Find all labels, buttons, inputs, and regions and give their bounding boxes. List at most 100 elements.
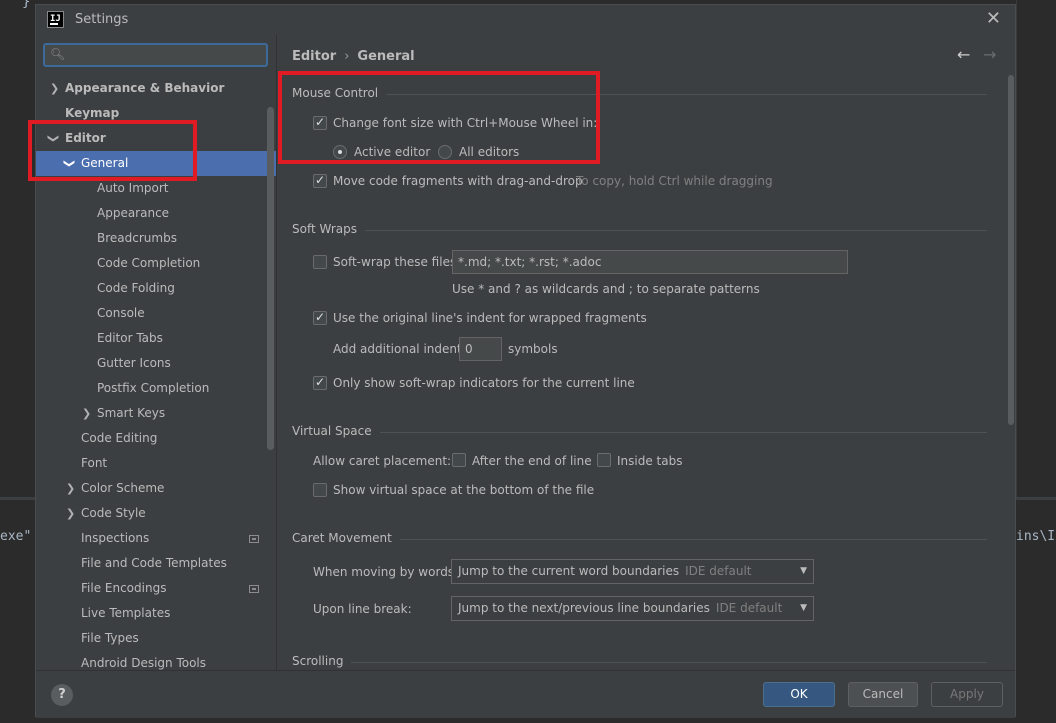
symbols-label: symbols [508,342,558,356]
intellij-app-icon: IJ [47,11,64,28]
annotation-highlight-mouse-control [278,71,600,164]
tree-item-label: Code Completion [97,256,201,270]
soft-wrap-files-label[interactable]: Soft-wrap these files: [333,254,460,270]
section-divider [292,432,987,433]
line-break-dropdown[interactable]: Jump to the next/previous line boundarie… [451,596,814,621]
drag-drop-hint: To copy, hold Ctrl while dragging [576,174,773,188]
tree-item-inspections[interactable]: Inspections [36,526,276,551]
dropdown-value: Jump to the current word boundaries [458,564,680,578]
section-title: Mouse Control [292,86,387,100]
dropdown-arrow-icon: ▼ [800,566,807,576]
tree-item-code-completion[interactable]: Code Completion [36,251,276,276]
tree-item-label: Appearance & Behavior [65,81,225,95]
title-bar[interactable]: IJ Settings ✕ [36,5,1015,35]
dropdown-arrow-icon: ▼ [800,603,807,613]
background-code-left: exe" [0,529,32,544]
chevron-right-icon[interactable]: ❯ [50,76,59,101]
line-break-label: Upon line break: [313,602,412,616]
tree-item-postfix-completion[interactable]: Postfix Completion [36,376,276,401]
after-end-of-line-label[interactable]: After the end of line [472,453,592,469]
tree-item-smart-keys[interactable]: ❯ Smart Keys [36,401,276,426]
tree-item-file-encodings[interactable]: File Encodings [36,576,276,601]
breadcrumb-current: General [357,49,415,64]
tree-item-label: File Types [81,631,139,645]
forward-arrow-icon[interactable]: → [983,45,996,64]
moving-by-words-dropdown[interactable]: Jump to the current word boundaries IDE d… [451,559,814,584]
content-scrollbar[interactable] [1008,75,1014,425]
tree-item-label: Console [97,306,145,320]
tree-item-font[interactable]: Font [36,451,276,476]
only-show-indicators-checkbox[interactable] [313,375,327,390]
back-arrow-icon[interactable]: ← [957,45,970,64]
section-virtual-space: Virtual Space [292,424,987,440]
tree-item-label: Postfix Completion [97,381,210,395]
cancel-button[interactable]: Cancel [848,682,918,707]
tree-item-label: Code Editing [81,431,158,445]
only-show-indicators-label[interactable]: Only show soft-wrap indicators for the c… [333,375,635,391]
help-icon[interactable]: ? [51,684,73,706]
section-scrolling: Scrolling [292,654,987,670]
tree-item-gutter-icons[interactable]: Gutter Icons [36,351,276,376]
dropdown-value: Jump to the next/previous line boundarie… [458,601,710,615]
tree-item-code-style[interactable]: ❯ Code Style [36,501,276,526]
tree-item-code-folding[interactable]: Code Folding [36,276,276,301]
after-end-of-line-checkbox[interactable] [452,453,466,467]
tree-item-breadcrumbs[interactable]: Breadcrumbs [36,226,276,251]
search-icon: 🔍︎ [50,47,66,61]
sidebar-scrollbar[interactable] [267,107,274,450]
chevron-right-icon[interactable]: ❯ [66,476,75,501]
inside-tabs-label[interactable]: Inside tabs [617,453,682,469]
tree-item-label: Code Style [81,506,146,520]
drag-drop-checkbox[interactable] [313,173,327,188]
soft-wrap-files-checkbox[interactable] [313,255,327,269]
dropdown-hint: IDE default [685,564,752,578]
additional-indent-input[interactable]: 0 [459,337,502,361]
background-divider [1016,0,1017,497]
tree-item-color-scheme[interactable]: ❯ Color Scheme [36,476,276,501]
use-original-indent-checkbox[interactable] [313,310,327,325]
project-scope-icon [249,535,259,543]
ok-button[interactable]: OK [763,682,835,707]
tree-item-file-code-templates[interactable]: File and Code Templates [36,551,276,576]
tree-item-appearance[interactable]: Appearance [36,201,276,226]
tree-item-label: Code Folding [97,281,175,295]
wildcard-hint: Use * and ? as wildcards and ; to separa… [452,282,760,296]
section-title: Virtual Space [292,424,380,438]
section-title: Soft Wraps [292,222,365,236]
tree-item-android-design-tools[interactable]: Android Design Tools [36,651,276,670]
close-icon[interactable]: ✕ [986,8,1001,29]
tree-item-label: Gutter Icons [97,356,171,370]
background-code-right: ins\I [1016,529,1056,544]
tree-item-label: Smart Keys [97,406,166,420]
section-divider [292,230,987,231]
tree-item-appearance-behavior[interactable]: ❯ Appearance & Behavior [36,76,276,101]
tree-item-editor-tabs[interactable]: Editor Tabs [36,326,276,351]
breadcrumb-parent[interactable]: Editor [292,49,336,64]
section-caret-movement: Caret Movement [292,531,987,547]
tree-item-console[interactable]: Console [36,301,276,326]
section-divider [292,662,987,663]
tree-item-code-editing[interactable]: Code Editing [36,426,276,451]
dialog-title: Settings [75,12,129,27]
show-virtual-space-checkbox[interactable] [313,483,327,497]
section-title: Scrolling [292,654,352,668]
tree-item-label: Inspections [81,531,150,545]
tree-item-file-types[interactable]: File Types [36,626,276,651]
apply-button[interactable]: Apply [931,682,1003,707]
annotation-highlight-editor [28,120,197,181]
dialog-footer: ? OK Cancel Apply [36,670,1015,718]
show-virtual-space-label[interactable]: Show virtual space at the bottom of the … [333,482,594,498]
inside-tabs-checkbox[interactable] [597,453,611,467]
tree-item-live-templates[interactable]: Live Templates [36,601,276,626]
allow-caret-label: Allow caret placement: [313,454,452,468]
tree-item-label: Editor Tabs [97,331,163,345]
chevron-right-icon[interactable]: ❯ [66,501,75,526]
use-original-indent-label[interactable]: Use the original line's indent for wrapp… [333,310,647,326]
dropdown-hint: IDE default [715,601,783,615]
search-input[interactable]: 🔍︎ [43,43,268,67]
drag-drop-label[interactable]: Move code fragments with drag-and-drop [333,173,583,189]
tree-item-label: Live Templates [81,606,171,620]
chevron-right-icon[interactable]: ❯ [82,401,91,426]
soft-wrap-files-input[interactable]: *.md; *.txt; *.rst; *.adoc [452,250,848,274]
section-soft-wraps: Soft Wraps [292,222,987,238]
